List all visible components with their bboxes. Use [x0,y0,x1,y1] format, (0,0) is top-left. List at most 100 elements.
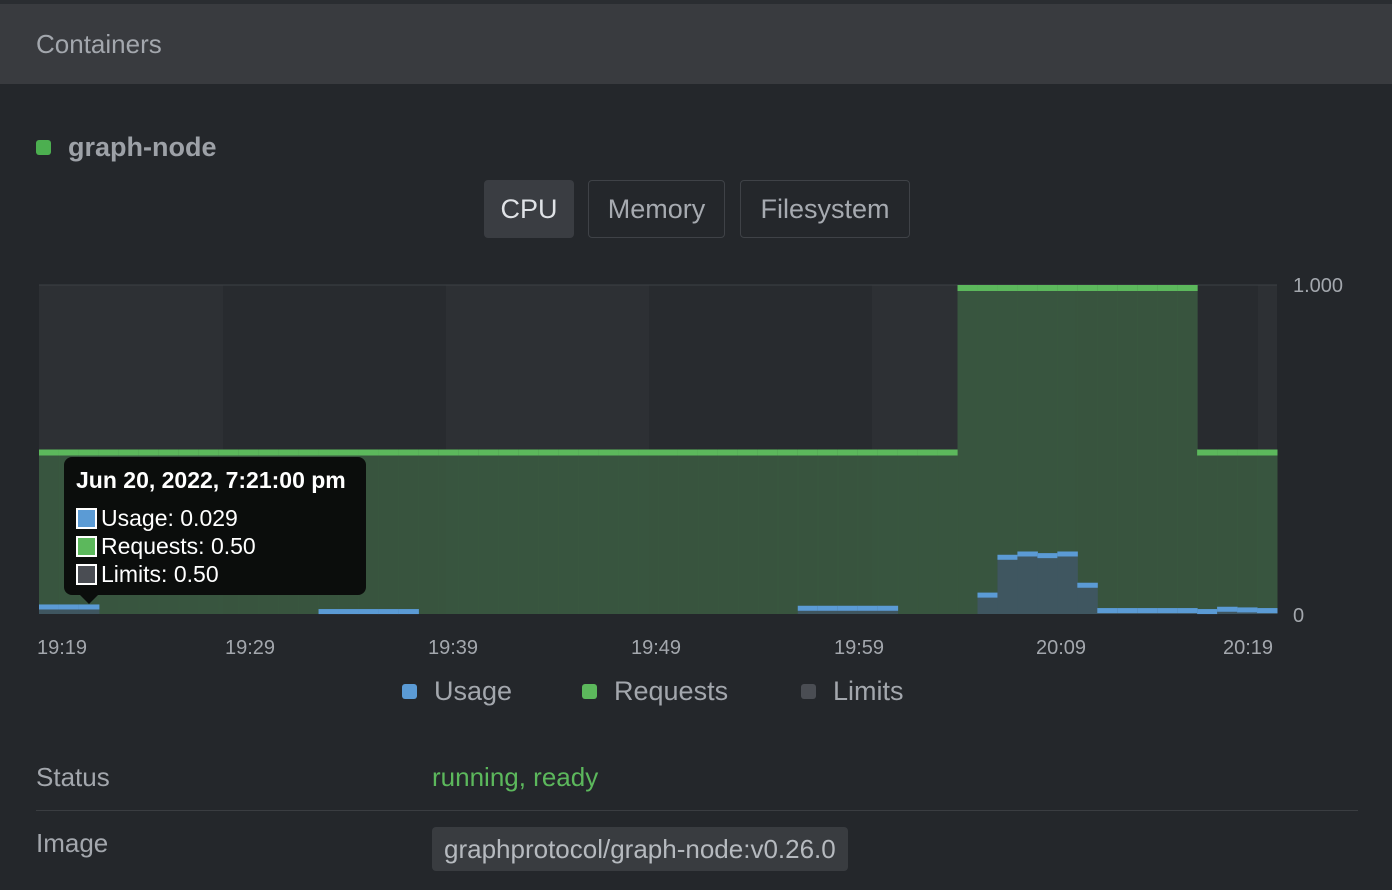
tooltip-limits-swatch [76,563,97,585]
requests-bar [977,285,998,614]
usage-bar-cap [857,605,879,611]
requests-bar-cap [418,449,439,456]
requests-bar-cap [258,449,280,456]
legend-requests-swatch [582,684,597,699]
requests-bar [518,449,539,614]
requests-bar [578,449,599,614]
requests-bar-cap [897,449,919,456]
usage-bar-cap [1117,608,1138,614]
requests-bar [498,449,519,614]
usage-bar-cap [1057,551,1078,557]
requests-bar [937,449,959,614]
requests-bar-cap [218,449,240,456]
requests-bar-cap [1257,449,1278,456]
legend-usage-label: Usage [434,676,513,706]
requests-bar-cap [1137,285,1158,291]
legend-limits-swatch [801,684,816,699]
legend-item-usage[interactable]: Usage [402,676,512,707]
container-status-indicator [36,140,51,155]
requests-bar [558,449,579,614]
requests-bar-cap [238,449,260,456]
tooltip-requests-swatch [76,535,97,557]
requests-bar [717,449,739,614]
requests-bar-cap [138,449,160,456]
requests-bar-cap [478,449,499,456]
requests-bar-cap [1197,449,1218,456]
requests-bar [438,449,459,614]
legend-item-limits[interactable]: Limits [801,676,904,707]
usage-bar-cap [1197,609,1218,615]
requests-bar-cap [1157,285,1178,291]
requests-bar [458,449,479,614]
tab-filesystem[interactable]: Filesystem [740,180,910,238]
requests-bar [39,449,60,614]
requests-bar-cap [997,285,1018,291]
legend-item-requests[interactable]: Requests [582,676,728,707]
requests-bar-cap [298,449,320,456]
requests-bar [957,285,978,614]
requests-bar [777,449,799,614]
usage-bar-cap [977,592,998,598]
usage-bar-cap [358,609,379,615]
requests-bar-cap [538,449,559,456]
requests-bar [917,449,939,614]
chart-tooltip: Jun 20, 2022, 7:21:00 pm Usage: 0.029 Re… [64,457,366,604]
section-header: Containers [0,4,1392,84]
requests-bar-cap [717,449,739,456]
requests-bar-cap [178,449,200,456]
usage-bar [997,554,1018,614]
x-tick-label: 20:19 [1223,637,1273,659]
requests-bar [1197,449,1218,614]
section-title: Containers [36,28,162,59]
requests-bar [697,449,719,614]
requests-bar-cap [338,449,359,456]
requests-bar-cap [658,449,679,456]
requests-bar-cap [677,449,699,456]
x-tick-label: 19:39 [428,637,478,659]
requests-bar-cap [1017,285,1038,291]
legend-usage-swatch [402,684,417,699]
tab-memory[interactable]: Memory [588,180,725,238]
requests-bar-cap [1117,285,1138,291]
requests-bar-cap [158,449,180,456]
usage-bar-cap [58,604,80,610]
requests-bar [1117,285,1138,614]
tooltip-requests-text: Requests: 0.50 [101,532,256,559]
requests-bar-cap [358,449,379,456]
metric-tabs: CPU Memory Filesystem [0,180,1392,240]
requests-bar-cap [917,449,939,456]
usage-bar [1037,553,1058,614]
usage-bar-cap [1017,551,1038,557]
requests-bar [757,449,779,614]
usage-bar-cap [1237,607,1258,613]
usage-bar-cap [1177,608,1198,614]
usage-bar [1057,551,1078,614]
requests-bar-cap [937,449,959,456]
x-tick-label: 19:19 [37,637,87,659]
tooltip-usage-swatch [76,507,97,529]
requests-bar-cap [977,285,998,291]
requests-bar-cap [697,449,719,456]
requests-bar [618,449,639,614]
usage-bar-cap [877,605,899,611]
usage-bar-cap [398,609,419,615]
requests-bar [598,449,619,614]
container-title: graph-node [36,132,217,163]
requests-bar [398,449,419,614]
usage-bar [1017,551,1038,614]
requests-bar-cap [578,449,599,456]
usage-bar-cap [1157,608,1178,614]
requests-bar-cap [797,449,819,456]
requests-bar [837,449,859,614]
requests-bar-cap [618,449,639,456]
requests-bar-cap [1217,449,1238,456]
requests-bar [418,449,439,614]
requests-bar-cap [857,449,879,456]
requests-bar-cap [398,449,419,456]
requests-bar [538,449,559,614]
image-value: graphprotocol/graph-node:v0.26.0 [432,827,848,871]
requests-bar-cap [438,449,459,456]
tab-cpu[interactable]: CPU [484,180,574,238]
tooltip-row-limits: Limits: 0.50 [76,560,354,588]
requests-bar [1157,285,1178,614]
